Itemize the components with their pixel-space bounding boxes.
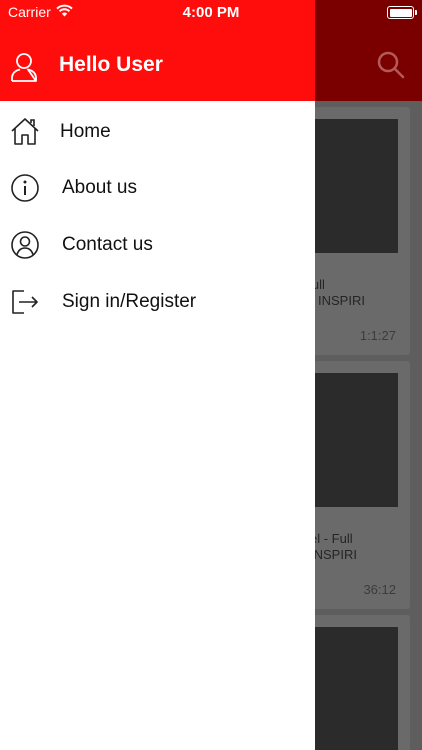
greeting-text: Hello User <box>59 53 163 76</box>
side-drawer: Hello User Home About us Contact us Sign… <box>0 0 315 750</box>
menu-item-sign-in[interactable]: Sign in/Register <box>0 273 315 330</box>
battery-fill <box>389 8 412 17</box>
info-icon <box>11 174 39 202</box>
contact-icon <box>11 231 39 259</box>
menu-item-label: About us <box>62 177 137 198</box>
home-icon <box>11 118 39 145</box>
video-duration: 36:12 <box>363 582 396 597</box>
menu-item-label: Contact us <box>62 234 153 255</box>
menu-item-home[interactable]: Home <box>0 103 315 160</box>
search-icon[interactable] <box>376 50 406 80</box>
video-title-line: el - Full <box>310 531 353 546</box>
user-icon[interactable] <box>10 52 38 82</box>
video-title-line: INSPIRI <box>318 293 365 308</box>
menu-item-about[interactable]: About us <box>0 159 315 216</box>
sign-in-icon <box>12 290 38 314</box>
video-title-line: INSPIRI <box>310 547 357 562</box>
status-bar: Carrier 4:00 PM <box>0 0 422 24</box>
battery-icon <box>387 6 417 19</box>
menu-item-label: Sign in/Register <box>62 291 197 312</box>
menu-item-contact[interactable]: Contact us <box>0 216 315 273</box>
clock: 4:00 PM <box>182 4 240 21</box>
menu-item-label: Home <box>60 121 111 142</box>
video-duration: 1:1:27 <box>359 328 396 343</box>
